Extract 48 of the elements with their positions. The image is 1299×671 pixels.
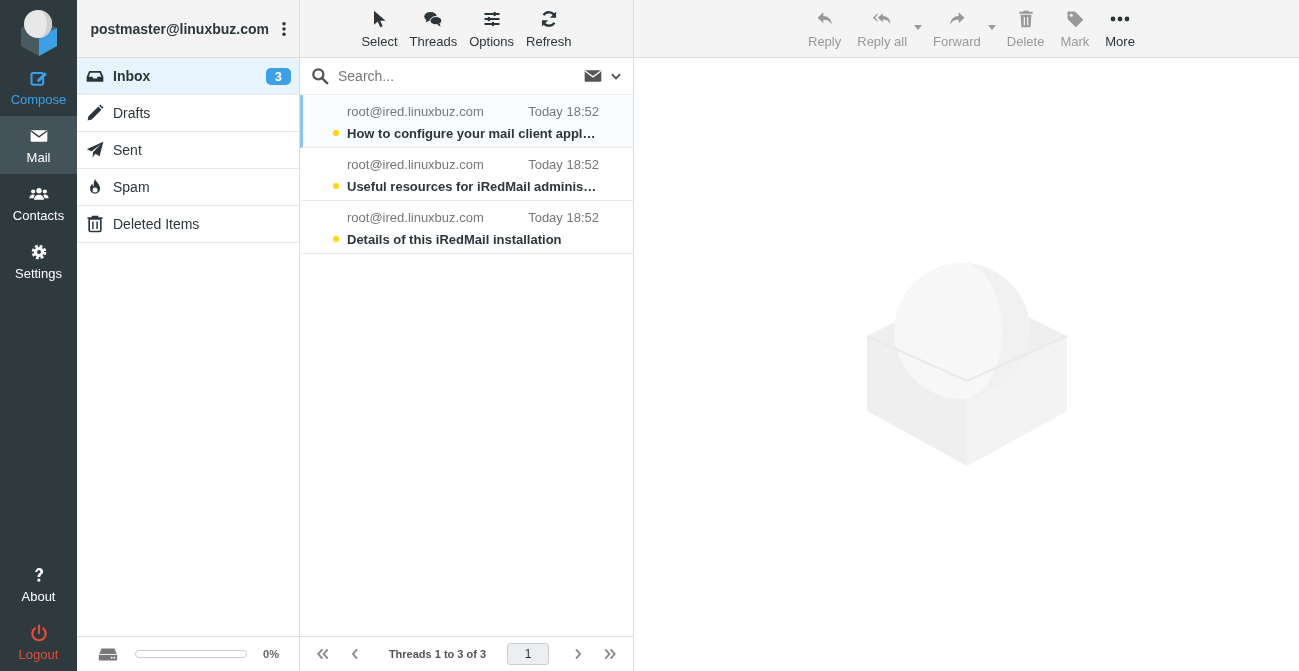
message-sender: root@ired.linuxbuz.com bbox=[347, 210, 485, 225]
pencil-icon bbox=[85, 103, 105, 123]
message-date: Today 18:52 bbox=[528, 104, 599, 119]
contacts-nav-item[interactable]: Contacts bbox=[0, 174, 77, 232]
options-button[interactable]: Options bbox=[463, 9, 521, 49]
search-field[interactable]: Search... bbox=[336, 67, 577, 85]
message-subject: How to configure your mail client appl… bbox=[347, 125, 596, 141]
threads-button[interactable]: Threads bbox=[403, 9, 464, 49]
caret-icon bbox=[914, 25, 923, 31]
message-subject: Useful resources for iRedMail adminis… bbox=[347, 178, 597, 194]
trash-icon bbox=[85, 214, 105, 234]
select-button[interactable]: Select bbox=[355, 9, 404, 49]
account-name: postmaster@linuxbuz.com bbox=[90, 20, 269, 37]
folder-name: Inbox bbox=[113, 68, 152, 84]
message-sender: root@ired.linuxbuz.com bbox=[347, 157, 485, 172]
message-sender: root@ired.linuxbuz.com bbox=[347, 104, 485, 119]
folder-name: Sent bbox=[113, 142, 143, 158]
power-icon bbox=[28, 622, 49, 643]
double-chevron-right-icon bbox=[602, 646, 618, 662]
thread-count: Threads 1 to 3 of 3 bbox=[387, 648, 488, 660]
message-item[interactable]: root@ired.linuxbuz.com Today 18:52 Useful resources for iRedMail adminis… bbox=[300, 148, 633, 201]
message-date: Today 18:52 bbox=[528, 210, 599, 225]
folder-item[interactable]: Sent bbox=[77, 132, 299, 169]
message-item[interactable]: root@ired.linuxbuz.com Today 18:52 How to configure your mail client appl… bbox=[300, 95, 633, 148]
folder-item[interactable]: Drafts bbox=[77, 95, 299, 132]
folder-item[interactable]: Deleted Items bbox=[77, 206, 299, 243]
folder-name: Drafts bbox=[113, 105, 152, 121]
page-number-field[interactable]: 1 bbox=[507, 643, 549, 665]
unread-count: 3 bbox=[265, 67, 291, 85]
folder-name: Spam bbox=[113, 179, 151, 195]
more-icon bbox=[1110, 16, 1131, 22]
double-chevron-left-icon bbox=[315, 646, 331, 662]
caret-icon bbox=[987, 25, 996, 31]
folder-item[interactable]: Spam bbox=[77, 169, 299, 206]
about-nav-item[interactable]: About bbox=[0, 555, 77, 613]
mail-nav-item[interactable]: Mail bbox=[0, 116, 77, 174]
message-item[interactable]: root@ired.linuxbuz.com Today 18:52 Details of this iRedMail installation bbox=[300, 201, 633, 254]
message-date: Today 18:52 bbox=[528, 157, 599, 172]
folder-name: Deleted Items bbox=[113, 216, 201, 232]
folder-item[interactable]: Inbox 3 bbox=[77, 58, 299, 95]
compose-nav-item[interactable]: Compose bbox=[0, 58, 77, 116]
quota-percent: 0% bbox=[263, 648, 279, 660]
settings-nav-item[interactable]: Settings bbox=[0, 232, 77, 290]
refresh-button[interactable]: Refresh bbox=[520, 9, 578, 49]
search-icon bbox=[310, 66, 330, 86]
more-button[interactable]: More bbox=[1097, 9, 1143, 49]
chat-bubbles-icon bbox=[423, 9, 444, 29]
message-subject: Details of this iRedMail installation bbox=[347, 231, 562, 247]
